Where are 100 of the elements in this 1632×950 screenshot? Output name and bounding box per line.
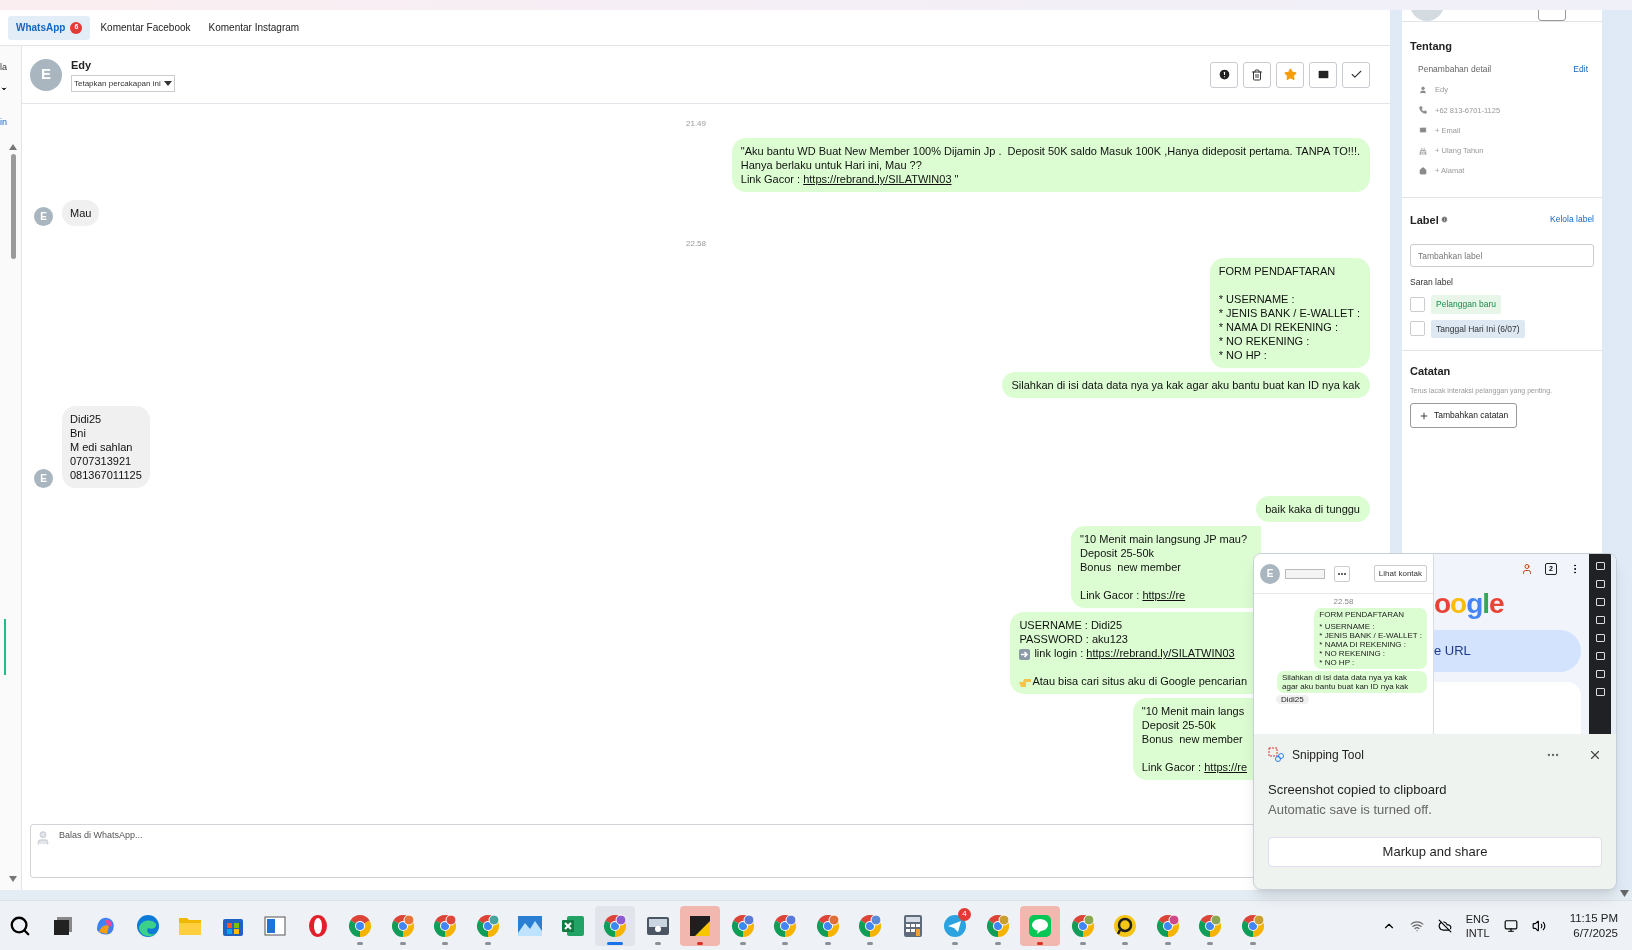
info-icon: [1440, 216, 1448, 224]
chrome-icon: [815, 913, 840, 938]
scrollbar-thumb[interactable]: [10, 154, 16, 259]
link[interactable]: https://rebrand.ly/SILATWIN03: [1086, 647, 1235, 659]
star-icon: [1283, 68, 1297, 81]
edge-icon: [135, 913, 160, 938]
view-contact-button[interactable]: Lihat kontak: [1373, 565, 1427, 582]
taskbar-app[interactable]: 4: [935, 905, 975, 946]
search-field[interactable]: e URL: [1434, 630, 1581, 672]
message-text: Bonus new member: [1141, 732, 1243, 746]
chrome-icon: [1240, 913, 1265, 938]
windows-icon: [51, 914, 74, 937]
sticky-note-icon: [689, 914, 711, 937]
message-text: baik kaka di tunggu: [1265, 502, 1360, 516]
message-text: * NO HP :: [1319, 658, 1356, 667]
message-text: Link Gacor : https://re: [1141, 760, 1247, 774]
section-title: Label: [1410, 212, 1439, 228]
close-icon[interactable]: [1588, 748, 1602, 762]
message-text: PASSWORD : aku123: [1019, 632, 1128, 646]
message-text: * NO REKENING :: [1218, 334, 1310, 348]
message-text: "10 Menit main langsung JP mau?: [1080, 532, 1247, 546]
label-field[interactable]: Tambahkan label: [1410, 244, 1594, 267]
message-text: "Aku bantu WD Buat New Member 100% Dijamin Jp . Deposit 50K saldo Masuk 100K ,Hanya dideposit pertama. TANPA TO!!!.: [740, 144, 1360, 158]
cloud-off-icon[interactable]: [1437, 918, 1452, 933]
selection-indicator: [4, 619, 6, 675]
message-text: * NAMA DI REKENING :: [1319, 640, 1407, 649]
up-arrow-icon[interactable]: [9, 144, 17, 150]
profile-icon: [1521, 563, 1533, 575]
message-text: 081367011125: [70, 468, 142, 482]
opera-icon: [306, 913, 329, 938]
down-arrow-icon[interactable]: [9, 876, 17, 882]
link[interactable]: https://rebrand.ly/SILATWIN03: [803, 173, 952, 185]
action-button[interactable]: [1309, 61, 1337, 88]
checkbox[interactable]: [1410, 321, 1425, 337]
message-text: Link Gacor : https://rebrand.ly/SILATWIN03 ": [740, 172, 959, 186]
checkbox[interactable]: [1410, 296, 1425, 312]
chrome-icon: [433, 913, 457, 938]
speaker-icon[interactable]: [1531, 918, 1546, 933]
home-icon: [1419, 166, 1427, 175]
assign-dropdown[interactable]: Tetapkan percakapan ini: [71, 75, 175, 93]
section-title: Tentang: [1410, 39, 1453, 54]
taskbar-app[interactable]: [680, 905, 720, 946]
search-icon: [9, 914, 31, 937]
message-text: FORM PENDAFTARAN: [1319, 610, 1406, 619]
excel-icon: [560, 913, 585, 938]
link[interactable]: https://re: [1204, 761, 1247, 773]
edit-link[interactable]: Edit: [1573, 62, 1588, 76]
arrow-icon: [1019, 649, 1031, 660]
message-text: Mau: [70, 206, 92, 220]
message-text: M edi sahlan: [70, 440, 133, 454]
message-text: USERNAME : Didi25: [1019, 618, 1123, 632]
avatar-icon: [35, 830, 51, 846]
plus-icon: [1419, 410, 1429, 421]
message-text: * USERNAME :: [1218, 292, 1295, 306]
monitor-icon[interactable]: [1503, 918, 1518, 933]
section-subtitle: Penambahan detail: [1418, 62, 1492, 76]
phone-icon: [1419, 106, 1427, 115]
tab[interactable]: Komentar Facebook: [92, 15, 199, 40]
message-text: Bni: [70, 426, 86, 440]
manage-labels-link[interactable]: Kelola label: [1550, 213, 1594, 227]
trash-icon: [1251, 68, 1263, 81]
chrome-icon: [475, 913, 500, 938]
message-text: Silahkan di isi data data nya ya kak agar aku bantu buat kan ID nya kak: [1011, 378, 1360, 392]
down-arrow-icon[interactable]: [1620, 890, 1629, 897]
cake-icon: [1419, 146, 1427, 155]
markup-button[interactable]: Markup and share: [1268, 837, 1602, 867]
chat-app-icon: [1028, 913, 1052, 938]
scissors-icon: [1268, 747, 1284, 763]
message-text: Silahkan di isi data data nya ya kak agar aku bantu buat kan ID nya kak: [1282, 673, 1410, 691]
message-text: Bonus new member: [1080, 560, 1181, 574]
clock-time[interactable]: 11:15 PM: [1569, 910, 1618, 926]
action-button[interactable]: [1210, 61, 1238, 88]
sidebar-text: la: [0, 62, 8, 73]
chrome-icon: [390, 913, 415, 938]
tab[interactable]: Komentar Instagram: [200, 15, 308, 40]
more-button[interactable]: [1334, 565, 1350, 582]
chrome-icon: [985, 913, 1010, 938]
label-tag[interactable]: Pelanggan baru: [1431, 294, 1502, 314]
chrome-icon: [1155, 913, 1180, 938]
chrome-icon: [603, 913, 627, 938]
link[interactable]: https://re: [1142, 589, 1186, 601]
avatar: E: [1260, 563, 1280, 584]
chrome-icon: [730, 913, 755, 938]
message-text: * JENIS BANK / E-WALLET :: [1218, 306, 1360, 320]
avatar: E: [30, 58, 62, 91]
language-text[interactable]: ENG: [1465, 911, 1490, 926]
layout-text[interactable]: INTL: [1465, 925, 1490, 940]
message-text: "10 Menit main langs: [1141, 704, 1245, 718]
chrome-icon: [1198, 913, 1222, 938]
chrome-icon: [858, 913, 882, 938]
label-tag[interactable]: Tanggal Hari Ini (6/07): [1431, 319, 1525, 339]
app-icon: [1113, 913, 1137, 938]
network-icon[interactable]: [1409, 918, 1424, 933]
sidebar-text: in: [0, 117, 8, 128]
avatar: E: [34, 207, 53, 226]
chrome-icon: [1070, 913, 1095, 938]
clock-date[interactable]: 6/7/2025: [1573, 925, 1618, 941]
add-note-button[interactable]: Tambahkan catatan: [1410, 403, 1518, 429]
contact-name: Edy: [71, 57, 93, 73]
timestamp: 21.49: [686, 118, 706, 130]
